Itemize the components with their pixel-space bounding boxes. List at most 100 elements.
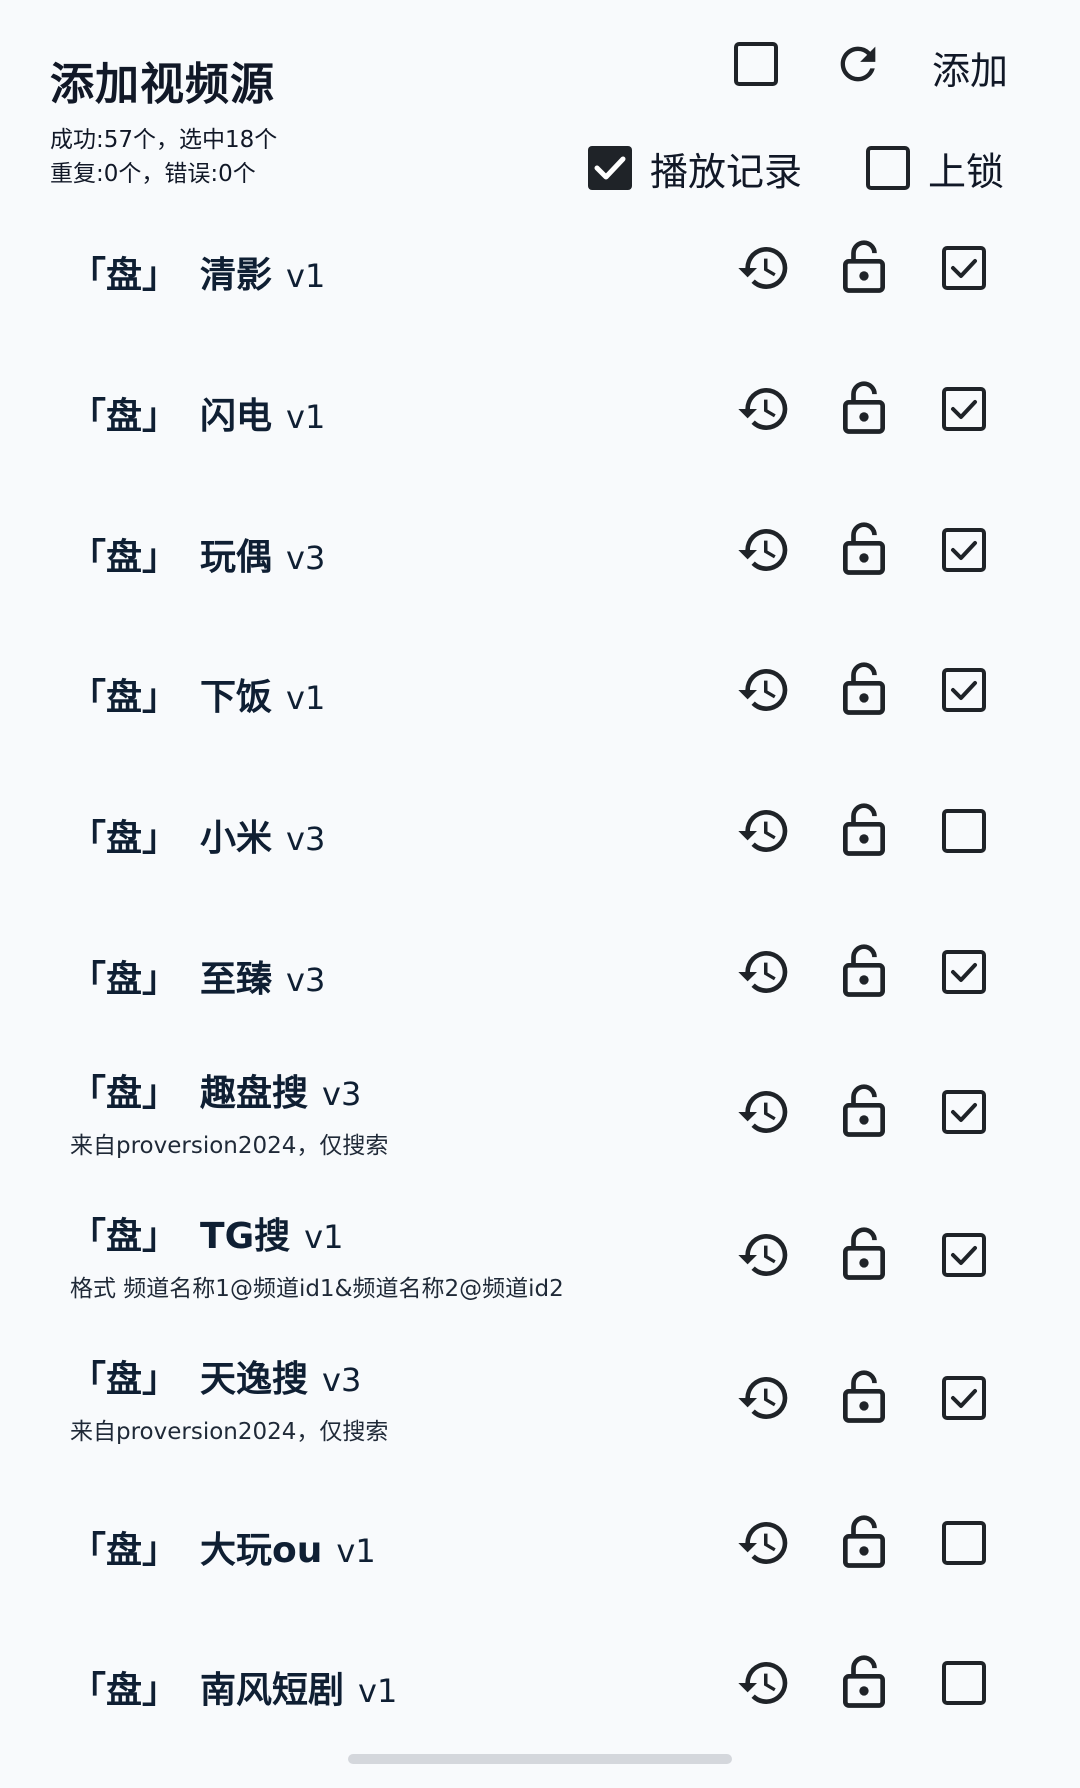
source-prefix: 「盘」 <box>70 396 179 437</box>
list-item[interactable]: 「盘」 南风短剧 v1 <box>0 1623 1080 1743</box>
lock-button[interactable] <box>834 236 894 296</box>
lock-open-icon <box>843 803 885 856</box>
list-item[interactable]: 「盘」 闪电 v1 <box>0 349 1080 469</box>
source-prefix: 「盘」 <box>70 1530 179 1571</box>
lock-button[interactable] <box>834 1651 894 1711</box>
refresh-button[interactable] <box>830 36 886 92</box>
history-button[interactable] <box>734 379 794 439</box>
history-button[interactable] <box>734 1513 794 1573</box>
source-name: 趣盘搜 <box>200 1073 309 1114</box>
play-record-toggle[interactable]: 播放记录 <box>586 140 802 196</box>
history-button[interactable] <box>734 520 794 580</box>
history-button[interactable] <box>734 238 794 298</box>
source-version: v3 <box>286 820 326 858</box>
select-all-checkbox[interactable] <box>728 36 784 92</box>
lock-button[interactable] <box>834 518 894 578</box>
page-title: 添加视频源 <box>50 59 275 110</box>
source-name: 小米 <box>200 818 273 859</box>
lock-label: 上锁 <box>928 149 1005 194</box>
source-name: 下饭 <box>200 677 273 718</box>
source-version: v3 <box>286 539 326 577</box>
lock-button[interactable] <box>834 1080 894 1140</box>
list-item[interactable]: 「盘」 下饭 v1 <box>0 630 1080 750</box>
lock-button[interactable] <box>834 1366 894 1426</box>
select-checkbox[interactable] <box>934 660 994 720</box>
history-icon <box>738 1377 788 1419</box>
lock-open-icon <box>843 1084 885 1137</box>
history-button[interactable] <box>734 1225 794 1285</box>
lock-open-icon <box>843 522 885 575</box>
source-prefix: 「盘」 <box>70 537 179 578</box>
lock-open-icon <box>843 240 885 293</box>
history-button[interactable] <box>734 1082 794 1142</box>
source-subtitle: 来自proversion2024，仅搜索 <box>70 1419 389 1445</box>
history-icon <box>738 388 788 431</box>
checkbox-checked-icon <box>942 528 986 572</box>
select-checkbox[interactable] <box>934 942 994 1002</box>
source-prefix: 「盘」 <box>70 818 179 859</box>
list-item[interactable]: 「盘」 玩偶 v3 <box>0 490 1080 610</box>
source-prefix: 「盘」 <box>70 677 179 718</box>
list-item[interactable]: 「盘」 TG搜 v1 格式 频道名称1@频道id1&频道名称2@频道id2 <box>0 1195 1080 1315</box>
source-name: 南风短剧 <box>200 1670 345 1711</box>
history-button[interactable] <box>734 1368 794 1428</box>
history-icon <box>738 529 788 571</box>
history-icon <box>738 1091 788 1133</box>
select-checkbox[interactable] <box>934 520 994 580</box>
source-prefix: 「盘」 <box>70 1670 179 1711</box>
history-icon <box>738 1234 788 1276</box>
history-icon <box>738 951 788 993</box>
play-record-label: 播放记录 <box>650 149 803 194</box>
list-item[interactable]: 「盘」 天逸搜 v3 来自proversion2024，仅搜索 <box>0 1338 1080 1458</box>
lock-toggle[interactable]: 上锁 <box>864 140 1004 196</box>
checkbox-checked-icon <box>942 387 986 431</box>
checkbox-checked-icon <box>942 1376 986 1420</box>
history-icon <box>738 247 788 290</box>
list-item[interactable]: 「盘」 大玩ou v1 <box>0 1483 1080 1603</box>
select-checkbox[interactable] <box>934 1082 994 1142</box>
select-checkbox[interactable] <box>934 801 994 861</box>
lock-button[interactable] <box>834 799 894 859</box>
history-button[interactable] <box>734 942 794 1002</box>
history-icon <box>738 1522 788 1564</box>
add-button[interactable]: 添加 <box>932 40 1008 95</box>
stats-duplicate-error: 重复:0个，错误:0个 <box>50 161 256 187</box>
checkbox-empty-icon <box>942 1521 986 1565</box>
source-title: 「盘」 至臻 v3 <box>70 950 325 1002</box>
checkbox-empty-icon <box>734 42 778 86</box>
list-item[interactable]: 「盘」 趣盘搜 v3 来自proversion2024，仅搜索 <box>0 1052 1080 1172</box>
source-version: v1 <box>286 679 326 717</box>
source-subtitle: 格式 频道名称1@频道id1&频道名称2@频道id2 <box>70 1276 564 1302</box>
source-prefix: 「盘」 <box>70 1073 179 1114</box>
lock-button[interactable] <box>834 1511 894 1571</box>
select-checkbox[interactable] <box>934 1653 994 1713</box>
history-button[interactable] <box>734 801 794 861</box>
history-button[interactable] <box>734 660 794 720</box>
list-item[interactable]: 「盘」 小米 v3 <box>0 771 1080 891</box>
lock-open-icon <box>843 1515 885 1568</box>
list-item[interactable]: 「盘」 至臻 v3 <box>0 912 1080 1032</box>
source-title: 「盘」 天逸搜 v3 <box>70 1350 361 1402</box>
source-version: v3 <box>286 961 326 999</box>
lock-button[interactable] <box>834 940 894 1000</box>
select-checkbox[interactable] <box>934 1225 994 1285</box>
select-checkbox[interactable] <box>934 238 994 298</box>
checkbox-empty-icon <box>866 146 910 190</box>
source-version: v1 <box>286 398 326 436</box>
lock-button[interactable] <box>834 1223 894 1283</box>
select-checkbox[interactable] <box>934 379 994 439</box>
select-checkbox[interactable] <box>934 1368 994 1428</box>
checkbox-checked-icon <box>942 1233 986 1277</box>
source-name: 清影 <box>200 255 273 296</box>
list-item[interactable]: 「盘」 清影 v1 <box>0 208 1080 328</box>
select-checkbox[interactable] <box>934 1513 994 1573</box>
lock-button[interactable] <box>834 377 894 437</box>
source-prefix: 「盘」 <box>70 255 179 296</box>
history-button[interactable] <box>734 1653 794 1713</box>
source-version: v1 <box>304 1218 344 1256</box>
source-title: 「盘」 TG搜 v1 <box>70 1207 343 1259</box>
lock-button[interactable] <box>834 658 894 718</box>
history-icon <box>738 669 788 711</box>
source-name: TG搜 <box>200 1216 291 1257</box>
source-title: 「盘」 小米 v3 <box>70 809 325 861</box>
